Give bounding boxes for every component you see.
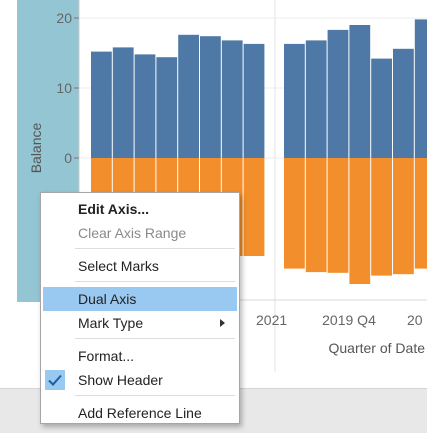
submenu-arrow-icon bbox=[220, 319, 225, 327]
bar-positive bbox=[156, 57, 178, 159]
menu-separator bbox=[75, 338, 235, 339]
bar-negative bbox=[305, 158, 327, 273]
bar-positive bbox=[284, 43, 305, 158]
y-axis-title[interactable]: Balance bbox=[28, 122, 44, 173]
menu-item-select-marks[interactable]: Select Marks bbox=[43, 254, 237, 278]
bar-positive bbox=[112, 47, 134, 158]
bar-positive bbox=[305, 40, 327, 158]
bar-negative bbox=[414, 158, 427, 269]
bar-positive bbox=[134, 54, 156, 158]
y-tick-label: 0 bbox=[64, 150, 72, 166]
menu-item-label: Edit Axis... bbox=[78, 201, 150, 217]
bar-positive bbox=[414, 19, 427, 159]
menu-item-label: Mark Type bbox=[78, 315, 144, 331]
bar-positive bbox=[371, 58, 392, 158]
menu-item-add-reference-line[interactable]: Add Reference Line bbox=[43, 401, 237, 425]
axis-context-menu: Edit Axis... Clear Axis Range Select Mar… bbox=[40, 192, 240, 424]
menu-item-format[interactable]: Format... bbox=[43, 344, 237, 368]
bar-positive bbox=[178, 34, 199, 158]
menu-item-label: Dual Axis bbox=[78, 291, 137, 307]
bar-negative bbox=[371, 158, 392, 276]
menu-item-dual-axis[interactable]: Dual Axis bbox=[43, 287, 237, 311]
menu-item-label: Add Reference Line bbox=[78, 405, 202, 421]
y-tick-label: 10 bbox=[56, 80, 72, 96]
bar-positive bbox=[327, 29, 349, 159]
bar-positive bbox=[200, 36, 221, 159]
x-axis-title[interactable]: Quarter of Date bbox=[329, 340, 426, 356]
bar-negative bbox=[284, 158, 305, 269]
menu-item-label: Clear Axis Range bbox=[78, 225, 187, 241]
menu-item-edit-axis[interactable]: Edit Axis... bbox=[43, 197, 237, 221]
menu-item-show-header[interactable]: Show Header bbox=[43, 368, 237, 392]
menu-item-mark-type[interactable]: Mark Type bbox=[43, 311, 237, 335]
menu-separator bbox=[75, 281, 235, 282]
menu-item-label: Show Header bbox=[78, 372, 163, 388]
menu-item-label: Format... bbox=[78, 348, 135, 364]
bar-negative bbox=[349, 158, 371, 284]
bar-negative bbox=[243, 158, 265, 256]
bar-positive bbox=[91, 51, 112, 158]
bar-positive bbox=[221, 40, 243, 158]
menu-separator bbox=[75, 395, 235, 396]
menu-separator bbox=[75, 248, 235, 249]
bar-negative bbox=[327, 158, 349, 273]
menu-item-label: Select Marks bbox=[78, 258, 159, 274]
menu-item-clear-axis-range: Clear Axis Range bbox=[43, 221, 237, 245]
y-tick-label: 20 bbox=[56, 10, 72, 26]
bar-positive bbox=[243, 43, 265, 158]
bar-positive bbox=[349, 25, 371, 158]
bar-positive bbox=[393, 48, 414, 158]
bar-negative bbox=[393, 158, 414, 275]
checkmark-icon bbox=[45, 370, 65, 390]
x-tick-label: 2021 bbox=[256, 312, 287, 328]
x-tick-label: 20 bbox=[407, 312, 423, 328]
x-tick-label: 2019 Q4 bbox=[322, 312, 376, 328]
